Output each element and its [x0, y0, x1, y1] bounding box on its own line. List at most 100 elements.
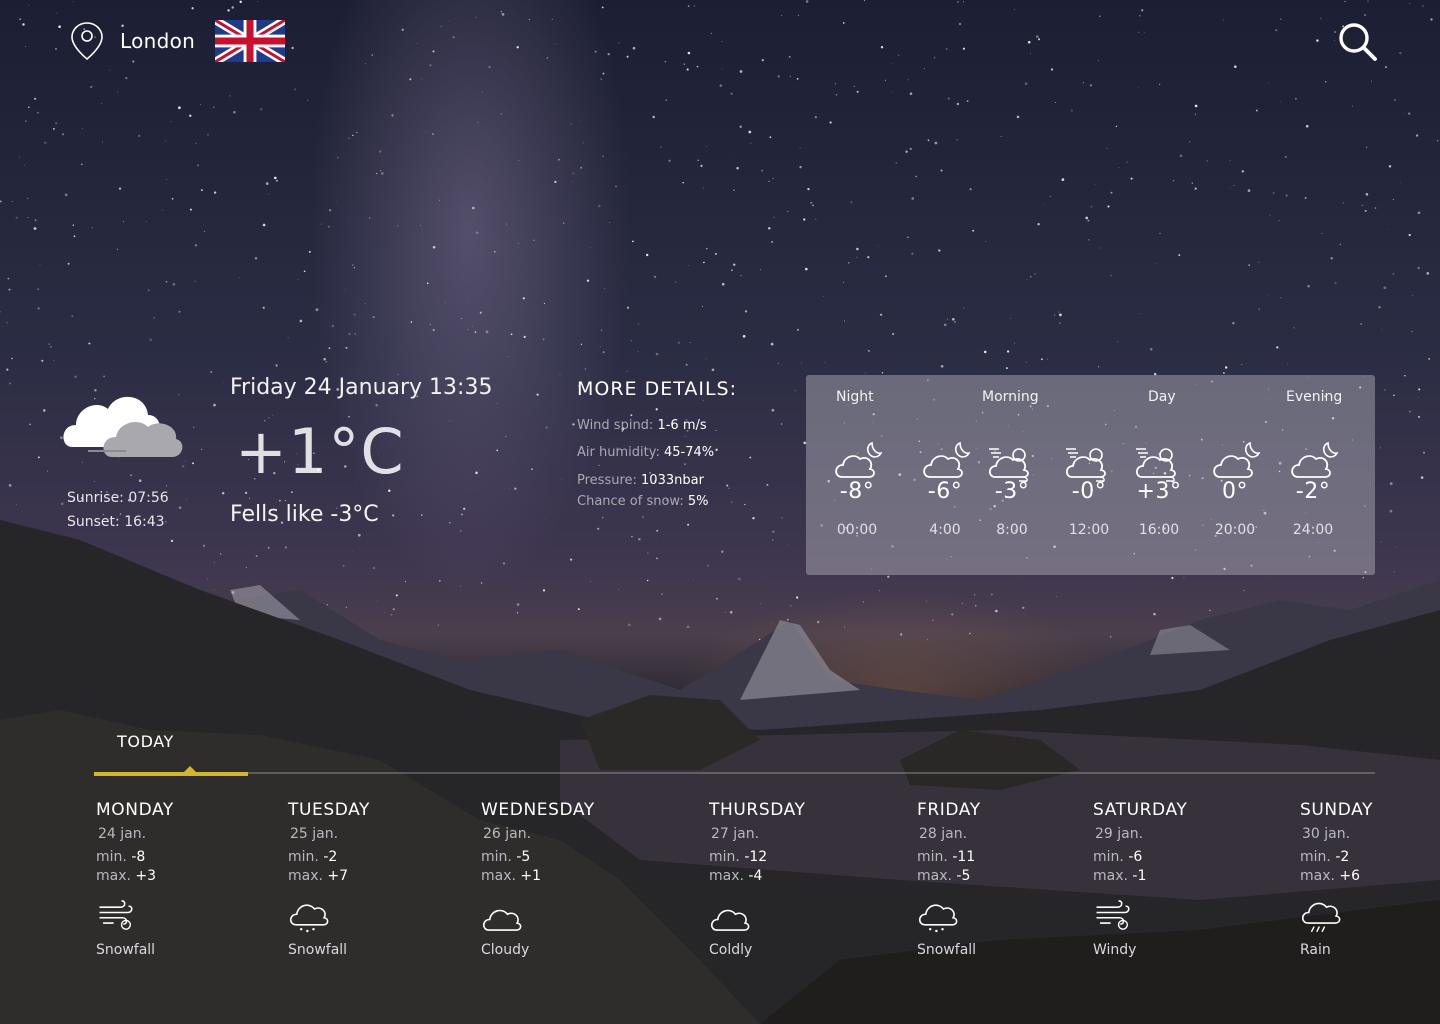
hourly-time: 00:00 — [836, 522, 878, 538]
day-date: 24 jan. — [98, 826, 147, 842]
feels-like-text: Fells like -3°C — [230, 502, 379, 527]
day-min: min. -6 — [1093, 848, 1253, 867]
forecast-day-monday[interactable]: MONDAY 24 jan. min. -8 max. +3 Snowfall — [96, 800, 256, 958]
city-name[interactable]: London — [120, 29, 195, 53]
cloud-moon-icon — [835, 442, 882, 478]
forecast-day-saturday[interactable]: SATURDAY 29 jan. min. -6 max. -1 Windy — [1093, 800, 1253, 958]
day-max: max. +3 — [96, 867, 256, 886]
hourly-time: 4:00 — [929, 522, 961, 538]
pressure-value: 1033nbar — [641, 473, 704, 488]
hourly-item[interactable]: -0° 12:00 — [1054, 437, 1124, 538]
humidity-label: Air humidity: — [577, 445, 664, 460]
hourly-time: 16:00 — [1138, 522, 1180, 538]
rain-cloud-icon — [1301, 902, 1341, 933]
forecast-day-sunday[interactable]: SUNDAY 30 jan. min. -2 max. +6 Rain — [1300, 800, 1410, 958]
forecast-day-friday[interactable]: FRIDAY 28 jan. min. -11 max. -5 Snowfall — [917, 800, 1077, 958]
more-details-panel: MORE DETAILS: Wind spind: 1-6 m/s Air hu… — [577, 378, 787, 512]
max-value: -5 — [956, 868, 971, 884]
tab-divider — [94, 772, 1375, 774]
wind-speed-value: 1-6 m/s — [657, 418, 707, 433]
day-name: WEDNESDAY — [481, 800, 595, 820]
uk-flag-icon[interactable] — [215, 20, 286, 62]
max-label: max. — [96, 868, 136, 884]
min-label: min. — [1300, 849, 1336, 865]
hourly-time: 12:00 — [1068, 522, 1110, 538]
day-condition: Snowfall — [917, 942, 977, 958]
period-morning: Morning — [982, 389, 1039, 405]
max-label: max. — [481, 868, 521, 884]
hourly-temp: +3° — [1136, 479, 1182, 504]
day-max: max. -4 — [709, 867, 869, 886]
max-label: max. — [1300, 868, 1340, 884]
location-selector[interactable]: London — [68, 20, 286, 62]
max-value: -4 — [748, 868, 763, 884]
day-condition: Rain — [1300, 942, 1331, 958]
wind-icon — [98, 900, 133, 930]
tab-active-indicator — [94, 772, 248, 776]
hourly-time: 20:00 — [1214, 522, 1256, 538]
min-value: -2 — [1335, 849, 1350, 865]
cloud-sun-wind-icon — [988, 448, 1029, 483]
day-min: min. -2 — [1300, 848, 1410, 867]
period-night: Night — [836, 389, 874, 405]
more-details-title: MORE DETAILS: — [577, 378, 738, 400]
forecast-day-tuesday[interactable]: TUESDAY 25 jan. min. -2 max. +7 Snowfall — [288, 800, 448, 958]
tab-today[interactable]: TODAY — [117, 732, 174, 751]
cloud-moon-icon — [1291, 442, 1338, 478]
snow-chance-row: Chance of snow: 5% — [577, 491, 787, 512]
min-label: min. — [917, 849, 953, 865]
hourly-time: 8:00 — [996, 522, 1028, 538]
day-min: min. -11 — [917, 848, 1077, 867]
current-datetime: Friday 24 January 13:35 — [230, 375, 493, 400]
day-condition: Coldly — [709, 942, 753, 958]
hourly-item[interactable]: -3° 8:00 — [977, 437, 1047, 538]
min-value: -12 — [744, 849, 768, 865]
day-min: min. -8 — [96, 848, 256, 867]
max-label: max. — [288, 868, 328, 884]
pressure-row: Pressure: 1033nbar — [577, 470, 787, 491]
max-label: max. — [709, 868, 749, 884]
cloud-moon-icon — [923, 442, 970, 478]
day-date: 30 jan. — [1302, 826, 1351, 842]
hourly-temp: -3° — [994, 479, 1030, 504]
max-value: -1 — [1132, 868, 1147, 884]
search-icon[interactable] — [1336, 20, 1378, 62]
day-min: min. -2 — [288, 848, 448, 867]
snow-cloud-icon — [918, 904, 958, 933]
cloud-moon-icon — [1213, 442, 1260, 478]
cloud-icon — [482, 909, 522, 931]
max-value: +7 — [327, 868, 349, 884]
day-name: THURSDAY — [709, 800, 806, 820]
max-value: +6 — [1339, 868, 1361, 884]
wind-speed-label: Wind spind: — [577, 418, 658, 433]
hourly-temp: -0° — [1071, 479, 1107, 504]
hourly-item[interactable]: -2° 24:00 — [1278, 437, 1348, 538]
max-value: +1 — [520, 868, 542, 884]
hourly-temp: 0° — [1222, 479, 1248, 504]
min-label: min. — [96, 849, 132, 865]
day-condition: Cloudy — [481, 942, 530, 958]
day-min: min. -12 — [709, 848, 869, 867]
max-label: max. — [917, 868, 957, 884]
map-pin-icon — [71, 22, 103, 61]
hourly-item[interactable]: 0° 20:00 — [1200, 437, 1270, 538]
min-value: -11 — [952, 849, 976, 865]
hourly-time: 24:00 — [1292, 522, 1334, 538]
forecast-day-thursday[interactable]: THURSDAY 27 jan. min. -12 max. -4 Coldly — [709, 800, 869, 958]
hourly-temp: -8° — [839, 479, 875, 504]
max-label: max. — [1093, 868, 1133, 884]
sunrise-text: Sunrise: 07:56 — [67, 490, 169, 506]
hourly-item[interactable]: -6° 4:00 — [910, 437, 980, 538]
min-value: -5 — [516, 849, 531, 865]
day-max: max. -1 — [1093, 867, 1253, 886]
forecast-day-wednesday[interactable]: WEDNESDAY 26 jan. min. -5 max. +1 Cloudy — [481, 800, 641, 958]
pressure-label: Pressure: — [577, 473, 642, 488]
hourly-item[interactable]: +3° 16:00 — [1124, 437, 1194, 538]
hourly-item[interactable]: -8° 00:00 — [822, 437, 892, 538]
hourly-temp: -6° — [927, 479, 963, 504]
sun-times: Sunrise: 07:56 Sunset: 16:43 — [67, 486, 169, 534]
day-name: SUNDAY — [1300, 800, 1374, 820]
day-name: FRIDAY — [917, 800, 981, 820]
max-value: +3 — [135, 868, 157, 884]
period-evening: Evening — [1286, 389, 1343, 405]
